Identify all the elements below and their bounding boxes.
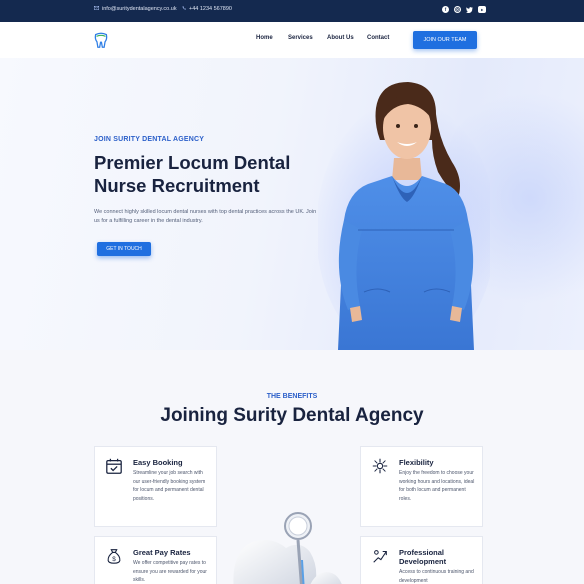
benefits-title: Joining Surity Dental Agency (160, 405, 424, 426)
twitter-icon[interactable] (466, 6, 473, 13)
facebook-icon[interactable]: f (442, 6, 449, 13)
mail-icon (94, 6, 99, 12)
benefit-card-professional-development: Professional Development Access to conti… (360, 536, 483, 584)
hero-section: JOIN SURITY DENTAL AGENCY Premier Locum … (0, 58, 584, 350)
phone-link[interactable]: +44 1234 567890 (182, 6, 232, 12)
benefit-card-great-pay-rates: $ Great Pay Rates We offer competitive p… (94, 536, 217, 584)
svg-text:$: $ (112, 556, 116, 563)
phone-icon (182, 6, 186, 12)
instagram-icon[interactable] (454, 6, 461, 13)
card-text: Enjoy the freedom to choose your working… (399, 470, 475, 502)
youtube-icon[interactable] (478, 6, 486, 13)
nav-services[interactable]: Services (288, 35, 327, 41)
calendar-check-icon (105, 457, 123, 475)
card-text: We offer competitive pay rates to ensure… (133, 560, 207, 583)
dental-nurse-photo (316, 80, 496, 350)
development-icon (371, 547, 389, 565)
flexibility-icon (371, 457, 389, 475)
hero-kicker: JOIN SURITY DENTAL AGENCY (94, 136, 205, 143)
card-title: Easy Booking (133, 458, 183, 467)
card-title: Professional Development (399, 548, 447, 566)
hero-title: Premier Locum Dental Nurse Recruitment (94, 152, 291, 196)
email-link[interactable]: info@suritydentalagency.co.uk (94, 6, 177, 12)
social-links: f (442, 6, 486, 13)
hero-subtitle: We connect highly skilled locum dental n… (94, 209, 317, 224)
benefit-card-flexibility: Flexibility Enjoy the freedom to choose … (360, 446, 483, 527)
top-bar: info@suritydentalagency.co.uk +44 1234 5… (0, 0, 584, 22)
main-nav: Home Services About Us Contact (256, 35, 389, 41)
nav-home[interactable]: Home (256, 35, 288, 41)
get-in-touch-button[interactable]: GET IN TOUCH (97, 242, 151, 256)
site-header: Home Services About Us Contact JOIN OUR … (0, 22, 584, 58)
card-title: Great Pay Rates (133, 548, 191, 557)
card-title: Flexibility (399, 458, 434, 467)
nav-about-us[interactable]: About Us (327, 35, 367, 41)
card-text: Access to continuous training and develo… (399, 569, 474, 584)
money-bag-icon: $ (105, 547, 123, 565)
nav-contact[interactable]: Contact (367, 35, 389, 41)
join-our-team-button[interactable]: JOIN OUR TEAM (413, 31, 477, 49)
tooth-logo-icon[interactable] (92, 31, 110, 49)
phone-text: +44 1234 567890 (189, 6, 232, 12)
email-text: info@suritydentalagency.co.uk (102, 6, 177, 12)
benefit-card-easy-booking: Easy Booking Streamline your job search … (94, 446, 217, 527)
benefits-section: THE BENEFITS Joining Surity Dental Agenc… (0, 350, 584, 584)
card-text: Streamline your job search with our user… (133, 470, 206, 502)
benefits-kicker: THE BENEFITS (266, 393, 318, 400)
tooth-mirror-illustration (228, 512, 348, 584)
